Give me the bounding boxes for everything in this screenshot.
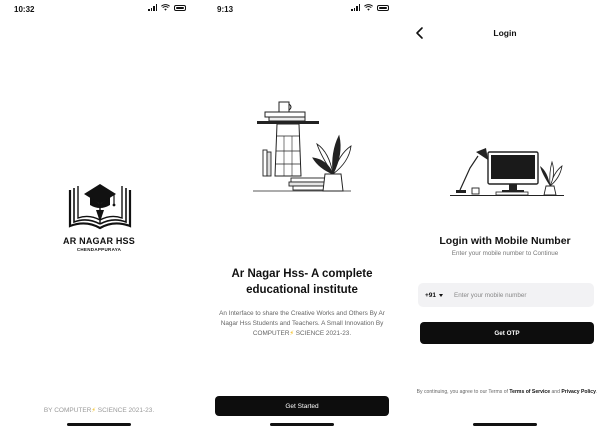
- nav-title: Login: [493, 28, 517, 38]
- status-bar: 9:13: [203, 0, 401, 18]
- country-code-selector[interactable]: +91: [418, 292, 454, 299]
- terms-end: .: [595, 389, 598, 395]
- home-indicator[interactable]: [473, 423, 537, 426]
- caret-down-icon: [439, 293, 444, 297]
- login-subheading: Enter your mobile number to Continue: [451, 250, 559, 257]
- onboarding-screen: 9:13 Ar Nagar Hss- A complete educationa…: [203, 0, 401, 432]
- status-icons: [351, 4, 389, 11]
- wifi-icon: [161, 4, 170, 11]
- wifi-icon: [364, 4, 373, 11]
- desk-illustration: [450, 148, 564, 196]
- splash-screen: 10:32 AR NAGAR HSS CHENDAPPURAYA BY COMP…: [0, 0, 198, 432]
- status-time: 9:13: [217, 5, 234, 14]
- terms-of-service-link[interactable]: Terms of Service: [509, 389, 550, 395]
- status-icons: [148, 4, 186, 11]
- onboarding-description: An Interface to share the Creative Works…: [213, 309, 391, 339]
- terms-and: and: [550, 389, 562, 395]
- get-started-button[interactable]: Get Started: [215, 396, 389, 416]
- login-screen: Login Login with Mobile Number Enter you…: [406, 0, 604, 432]
- country-code: +91: [425, 291, 437, 299]
- signal-icon: [351, 4, 360, 11]
- signal-icon: [148, 4, 157, 11]
- school-logo: [68, 184, 132, 230]
- terms-notice: By continuing, you agree to our Terms of…: [416, 388, 598, 396]
- splash-footer: BY COMPUTER⚡ SCIENCE 2021-23.: [0, 406, 198, 414]
- get-otp-button[interactable]: Get OTP: [420, 322, 594, 344]
- home-indicator[interactable]: [67, 423, 131, 426]
- library-illustration: [253, 101, 352, 192]
- mobile-number-input[interactable]: [454, 291, 574, 299]
- home-indicator[interactable]: [270, 423, 334, 426]
- footer-suffix: SCIENCE 2021-23.: [95, 407, 155, 414]
- status-bar: 10:32: [0, 0, 198, 18]
- school-location: CHENDAPPURAYA: [76, 247, 122, 252]
- description-suffix: SCIENCE 2021-23.: [293, 329, 352, 337]
- terms-prefix: By continuing, you agree to our Terms of: [416, 389, 510, 395]
- login-heading: Login with Mobile Number: [439, 235, 571, 247]
- battery-icon: [174, 4, 186, 11]
- battery-icon: [377, 4, 389, 11]
- footer-prefix: BY COMPUTER: [43, 407, 92, 414]
- status-time: 10:32: [14, 5, 35, 14]
- privacy-policy-link[interactable]: Privacy Policy: [561, 389, 596, 395]
- phone-input-row: +91: [418, 283, 594, 307]
- onboarding-title: Ar Nagar Hss- A complete educational ins…: [231, 268, 373, 296]
- school-name: AR NAGAR HSS: [63, 236, 135, 246]
